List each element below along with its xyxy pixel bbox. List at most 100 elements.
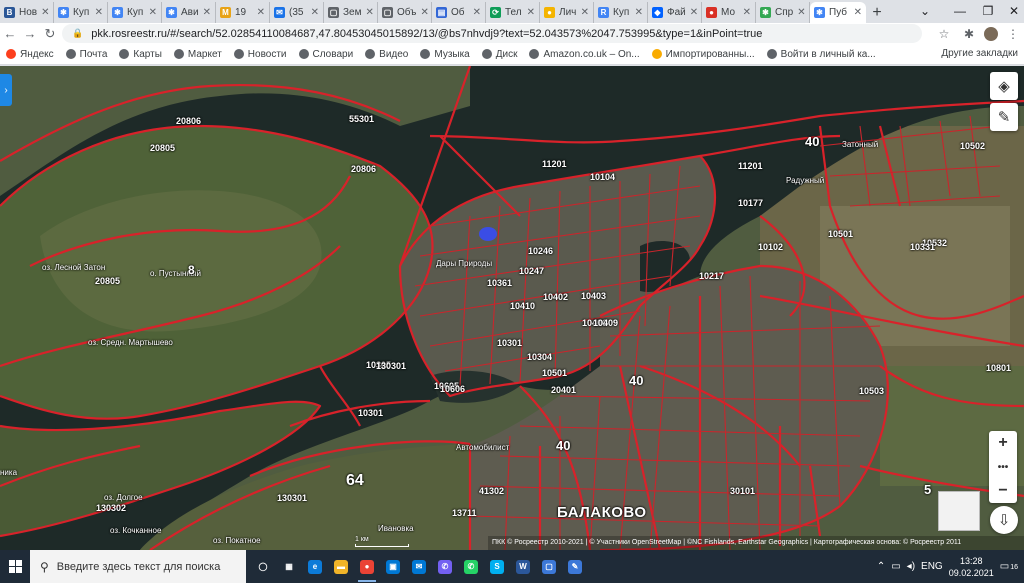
tab-close-icon[interactable]: ✕ xyxy=(743,7,751,18)
taskbar-app-file-explorer[interactable]: ▬ xyxy=(328,550,354,583)
parcel-number-label[interactable]: 20806 xyxy=(176,116,201,126)
tab-close-icon[interactable]: ✕ xyxy=(797,7,805,18)
tab-close-icon[interactable]: ✕ xyxy=(690,7,698,18)
start-button[interactable] xyxy=(0,550,30,583)
parcel-number-label[interactable]: 11201 xyxy=(738,161,763,171)
parcel-number-label[interactable]: 10403 xyxy=(581,291,606,301)
tab-search-icon[interactable]: ⌄ xyxy=(905,0,945,21)
browser-tab[interactable]: ✱ Куп ✕ xyxy=(108,2,162,23)
parcel-number-label[interactable]: 20401 xyxy=(551,385,576,395)
bookmark-star-icon[interactable]: ☆ xyxy=(935,25,953,43)
browser-tab[interactable]: ✱ Куп ✕ xyxy=(54,2,108,23)
tab-close-icon[interactable]: ✕ xyxy=(95,7,103,18)
bookmark-item[interactable]: Маркет xyxy=(173,49,222,60)
taskbar-search[interactable]: ⚲ Введите здесь текст для поиска xyxy=(30,550,246,583)
parcel-number-label[interactable]: 30101 xyxy=(730,486,755,496)
bookmark-item[interactable]: Словари xyxy=(298,49,353,60)
new-tab-button[interactable]: + xyxy=(866,2,888,23)
zoom-in-button[interactable]: + xyxy=(989,431,1017,455)
parcel-number-label[interactable]: 10501 xyxy=(542,368,567,378)
bookmark-item[interactable]: Музыка xyxy=(420,49,470,60)
browser-tab[interactable]: ▢ Объ ✕ xyxy=(378,2,432,23)
tab-close-icon[interactable]: ✕ xyxy=(203,7,211,18)
browser-tab[interactable]: R Куп ✕ xyxy=(594,2,648,23)
lock-icon[interactable]: 🔒 xyxy=(72,28,83,39)
cadastral-map[interactable]: › 20806 55301 20805 20806 11201 10104 11201 101… xyxy=(0,66,1024,550)
browser-tab[interactable]: ⟳ Тел ✕ xyxy=(486,2,540,23)
parcel-number-label[interactable]: 13711 xyxy=(452,508,477,518)
parcel-number-label[interactable]: 130301 xyxy=(376,361,406,371)
browser-tab[interactable]: B Нов ✕ xyxy=(0,2,54,23)
taskbar-app-skype[interactable]: S xyxy=(484,550,510,583)
taskbar-app-chrome[interactable]: ● xyxy=(354,550,380,583)
taskbar-app-task-view[interactable]: ◯ xyxy=(250,550,276,583)
parcel-number-label[interactable]: 10410 xyxy=(510,301,535,311)
tray-arrow-icon[interactable]: ⌃ xyxy=(877,561,885,572)
bookmark-item[interactable]: Карты xyxy=(119,49,162,60)
bookmark-item[interactable]: Новости xyxy=(233,49,287,60)
network-icon[interactable]: ▭ xyxy=(891,561,900,572)
browser-tab[interactable]: ● Лич ✕ xyxy=(540,2,594,23)
browser-tab[interactable]: ▢ Зем ✕ xyxy=(324,2,378,23)
parcel-number-label[interactable]: 20805 xyxy=(150,143,175,153)
notifications-icon[interactable]: ▭16 xyxy=(1000,561,1018,572)
taskbar-app-mail[interactable]: ✉ xyxy=(406,550,432,583)
browser-tab[interactable]: ✱ Пуб ✕ xyxy=(810,2,866,23)
taskbar-app-viber[interactable]: ✆ xyxy=(432,550,458,583)
parcel-number-label[interactable]: 10177 xyxy=(738,198,763,208)
tab-close-icon[interactable]: ✕ xyxy=(420,7,428,18)
parcel-number-label[interactable]: 10502 xyxy=(960,141,985,151)
parcel-number-label[interactable]: 10501 xyxy=(828,229,853,239)
tab-close-icon[interactable]: ✕ xyxy=(581,7,589,18)
search-result-marker[interactable] xyxy=(479,227,497,241)
parcel-number-label[interactable]: 10331 xyxy=(910,242,935,252)
parcel-number-label[interactable]: 10301 xyxy=(358,408,383,418)
parcel-number-label[interactable]: 10402 xyxy=(543,292,568,302)
parcel-number-label[interactable]: 10606 xyxy=(440,384,465,394)
parcel-number-label[interactable]: 10361 xyxy=(487,278,512,288)
bookmark-item[interactable]: Почта xyxy=(65,49,107,60)
browser-tab[interactable]: M 19 ✕ xyxy=(216,2,270,23)
measure-button[interactable]: ✎ xyxy=(990,103,1018,131)
menu-kebab-icon[interactable]: ⋮ xyxy=(1004,25,1022,43)
parcel-number-label[interactable]: 20806 xyxy=(351,164,376,174)
tab-close-icon[interactable]: ✕ xyxy=(527,7,535,18)
zoom-more-button[interactable]: ••• xyxy=(989,455,1017,479)
parcel-number-label[interactable]: 10246 xyxy=(528,246,553,256)
profile-avatar-icon[interactable] xyxy=(982,25,1000,43)
parcel-number-label[interactable]: 41302 xyxy=(479,486,504,496)
browser-tab[interactable]: ◆ Фай ✕ xyxy=(648,2,702,23)
browser-tab[interactable]: ✱ Ави ✕ xyxy=(162,2,216,23)
taskbar-app-word[interactable]: W xyxy=(510,550,536,583)
parcel-number-label[interactable]: 55301 xyxy=(349,114,374,124)
volume-icon[interactable]: ◂) xyxy=(907,561,915,572)
browser-tab[interactable]: ✱ Спр ✕ xyxy=(756,2,810,23)
bookmark-item[interactable]: Видео xyxy=(365,49,408,60)
taskbar-app-whatsapp[interactable]: ✆ xyxy=(458,550,484,583)
parcel-number-label[interactable]: 11201 xyxy=(542,159,567,169)
language-indicator[interactable]: ENG xyxy=(921,561,943,572)
taskbar-app-paint[interactable]: ✎ xyxy=(562,550,588,583)
taskbar-app-widgets[interactable]: ▦ xyxy=(276,550,302,583)
locate-button[interactable]: ⇩ xyxy=(990,506,1018,534)
parcel-number-label[interactable]: 10409 xyxy=(593,318,618,328)
parcel-number-label[interactable]: 10102 xyxy=(758,242,783,252)
browser-tab[interactable]: ● Мо ✕ xyxy=(702,2,756,23)
side-panel-toggle[interactable]: › xyxy=(0,74,12,106)
tab-close-icon[interactable]: ✕ xyxy=(311,7,319,18)
bookmark-item[interactable]: Войти в личный ка... xyxy=(766,49,876,60)
overview-minimap[interactable] xyxy=(938,491,980,531)
tab-close-icon[interactable]: ✕ xyxy=(149,7,157,18)
parcel-number-label[interactable]: 10217 xyxy=(699,271,724,281)
bookmark-item[interactable]: Amazon.co.uk – On... xyxy=(529,49,640,60)
reload-icon[interactable]: ↻ xyxy=(40,24,60,44)
address-bar[interactable]: 🔒 pkk.rosreestr.ru/#/search/52.028541100… xyxy=(62,24,922,43)
taskbar-app-app-window[interactable]: ▢ xyxy=(536,550,562,583)
tab-close-icon[interactable]: ✕ xyxy=(635,7,643,18)
bookmark-item[interactable]: Диск xyxy=(481,49,517,60)
clock[interactable]: 13:28 09.02.2021 xyxy=(949,555,994,579)
parcel-number-label[interactable]: 130302 xyxy=(96,503,126,513)
forward-icon[interactable]: → xyxy=(20,24,40,44)
tab-close-icon[interactable]: ✕ xyxy=(854,7,862,18)
taskbar-app-edge[interactable]: e xyxy=(302,550,328,583)
